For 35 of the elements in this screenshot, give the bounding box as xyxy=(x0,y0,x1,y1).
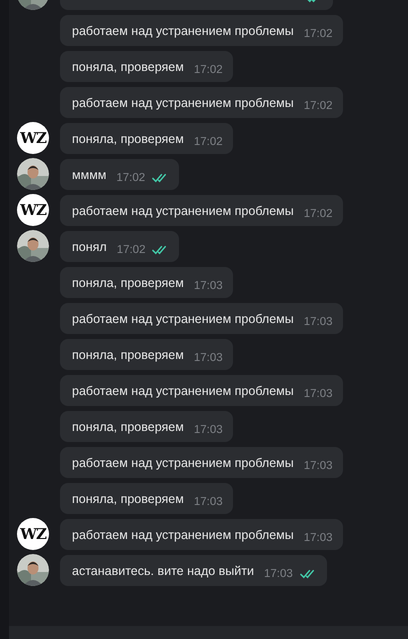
message-time: 17:03 xyxy=(194,424,223,436)
message-text: мммм xyxy=(72,168,106,182)
message-time: 17:03 xyxy=(304,460,333,472)
message-text: работаем над устранением проблемы xyxy=(72,384,294,398)
message-time: 17:03 xyxy=(304,316,333,328)
message-time: 17:03 xyxy=(194,496,223,508)
message-text: понял xyxy=(72,240,107,254)
message-time: 17:03 xyxy=(194,280,223,292)
message-text: поняла, проверяем xyxy=(72,492,184,506)
avatar[interactable]: WZ xyxy=(17,122,49,154)
message-time: 17:02 xyxy=(304,100,333,112)
message-text: работаем над устранением проблемы xyxy=(72,312,294,326)
message-text: работаем над устранением проблемы xyxy=(72,456,294,470)
avatar[interactable]: WZ xyxy=(17,194,49,226)
message-time: 17:03 xyxy=(304,388,333,400)
message-time: 17:02 xyxy=(194,136,223,148)
message-text: работаем над устранением проблемы xyxy=(72,96,294,110)
message-time: 17:02 xyxy=(304,28,333,40)
message-text: работаем над устранением проблемы xyxy=(72,528,294,542)
message-text: работаем над устранением проблемы xyxy=(72,24,294,38)
message-time: 17:02 xyxy=(304,208,333,220)
message-text: работаем над устранением проблемы xyxy=(72,204,294,218)
message-time: 17:02 xyxy=(116,172,146,184)
message-time: 17:02 xyxy=(116,244,146,256)
message-text: поняла, проверяем xyxy=(72,348,184,362)
message-text: астанавитесь. вите надо выйти xyxy=(72,564,254,578)
message-text: поняла, проверяем xyxy=(72,420,184,434)
avatar[interactable]: WZ xyxy=(17,518,49,550)
message-text: поняла, проверяем xyxy=(72,276,184,290)
message-text: поняла, проверяем xyxy=(72,60,184,74)
message-time: 17:03 xyxy=(304,532,333,544)
message-time: 17:03 xyxy=(194,352,223,364)
message-time: 17:03 xyxy=(264,568,293,580)
message-text: поняла, проверяем xyxy=(72,132,184,146)
message-time: 17:02 xyxy=(194,64,223,76)
